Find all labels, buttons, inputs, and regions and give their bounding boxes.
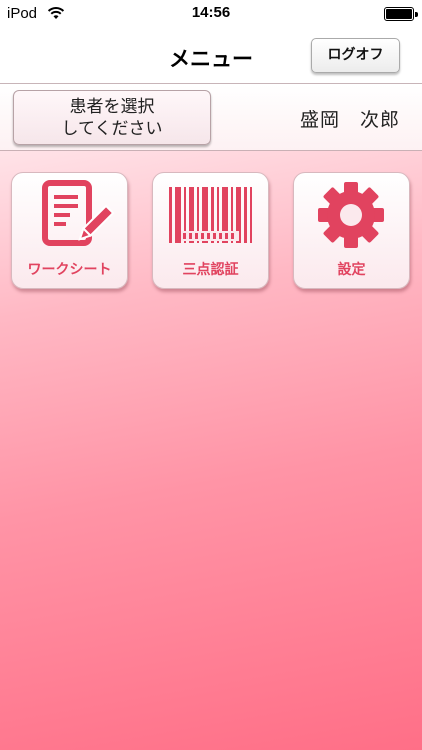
- patient-name: 盛岡 次郎: [300, 109, 401, 131]
- select-patient-label-line2: してください: [61, 119, 163, 139]
- select-patient-button[interactable]: 患者を選択 してください: [13, 90, 211, 145]
- worksheet-label: ワークシート: [27, 262, 112, 278]
- settings-label: 設定: [337, 262, 366, 278]
- worksheet-tile[interactable]: ワークシート: [11, 172, 128, 289]
- three-point-auth-label: 三点認証: [182, 262, 239, 278]
- barcode-icon: [169, 187, 252, 243]
- logoff-button[interactable]: ログオフ: [311, 38, 400, 73]
- gear-icon: [318, 182, 384, 248]
- settings-tile[interactable]: 設定: [293, 172, 410, 289]
- patient-bar: 患者を選択 してください 盛岡 次郎: [0, 85, 422, 151]
- navigation-bar: メニュー ログオフ: [0, 28, 422, 84]
- worksheet-icon: [42, 180, 115, 246]
- three-point-auth-tile[interactable]: 三点認証: [152, 172, 269, 289]
- select-patient-label-line1: 患者を選択: [69, 97, 155, 117]
- menu-area: ワークシート 三点認証 設定: [0, 151, 422, 750]
- status-bar: iPod 14:56: [0, 0, 422, 28]
- battery-icon: [384, 7, 418, 21]
- clock: 14:56: [191, 4, 231, 21]
